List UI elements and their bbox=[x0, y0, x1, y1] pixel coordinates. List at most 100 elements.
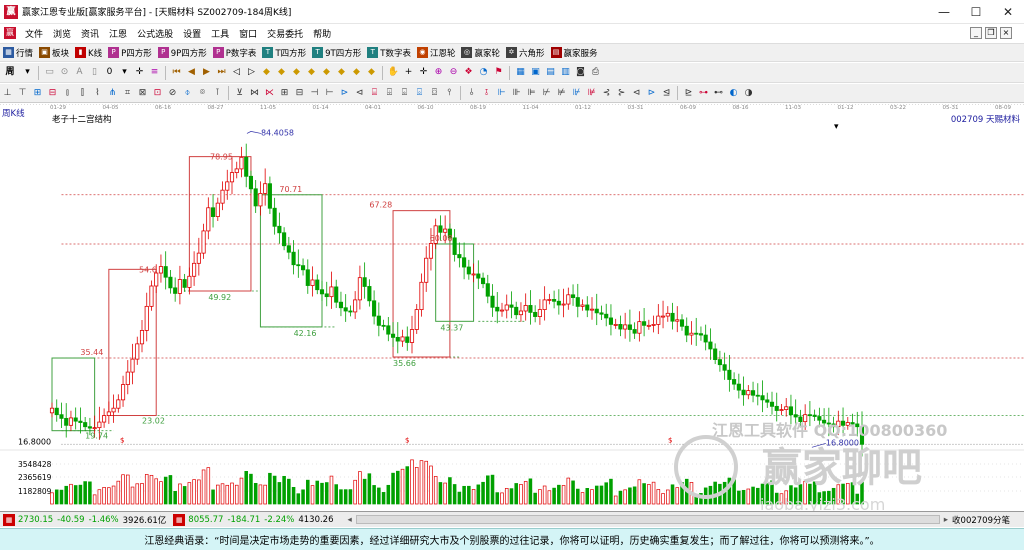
draw-tool-20-icon[interactable]: ⊣ bbox=[308, 87, 321, 100]
pie-icon[interactable]: ◔ bbox=[477, 66, 490, 79]
draw-tool-45-icon[interactable]: ⊶ bbox=[697, 87, 710, 100]
toolbar-item-1[interactable]: ▣ 板块 bbox=[39, 47, 69, 59]
cross-cursor-icon[interactable]: ✛ bbox=[133, 66, 146, 79]
draw-tool-12-icon[interactable]: ⌽ bbox=[181, 87, 194, 100]
diamond-6-icon[interactable]: ◆ bbox=[335, 66, 348, 79]
zoom-out-icon[interactable]: ⊖ bbox=[447, 66, 460, 79]
diamond-1-icon[interactable]: ◆ bbox=[260, 66, 273, 79]
scroll-right-icon[interactable]: ▸ bbox=[944, 515, 948, 525]
right-step-icon[interactable]: ▶ bbox=[200, 66, 213, 79]
draw-tool-6-icon[interactable]: ⌇ bbox=[91, 87, 104, 100]
draw-tool-2-icon[interactable]: ⊞ bbox=[31, 87, 44, 100]
draw-tool-24-icon[interactable]: ⌸ bbox=[368, 87, 381, 100]
draw-tool-26-icon[interactable]: ⌺ bbox=[398, 87, 411, 100]
print-icon[interactable]: ⎙ bbox=[589, 66, 602, 79]
dot-icon[interactable]: ⊙ bbox=[58, 66, 71, 79]
menu-file[interactable]: 文件 bbox=[20, 27, 48, 40]
toolbar-item-5[interactable]: P P数字表 bbox=[212, 47, 256, 59]
toolbar-item-4[interactable]: P 9P四方形 bbox=[157, 47, 207, 59]
draw-tool-38-icon[interactable]: ⊯ bbox=[585, 87, 598, 100]
draw-tool-14-icon[interactable]: ⊺ bbox=[211, 87, 224, 100]
toolbar-item-8[interactable]: T T数字表 bbox=[367, 47, 411, 59]
toolbar-item-9[interactable]: ◉ 江恩轮 bbox=[416, 47, 455, 59]
draw-tool-36-icon[interactable]: ⊭ bbox=[555, 87, 568, 100]
draw-tool-17-icon[interactable]: ⋉ bbox=[263, 87, 276, 100]
bar-icon[interactable]: ▯ bbox=[88, 66, 101, 79]
cross-icon[interactable]: ✛ bbox=[417, 66, 430, 79]
draw-tool-15-icon[interactable]: ⊻ bbox=[233, 87, 246, 100]
draw-tool-41-icon[interactable]: ⊲ bbox=[630, 87, 643, 100]
flag-icon[interactable]: ⚑ bbox=[492, 66, 505, 79]
draw-tool-31-icon[interactable]: ⫱ bbox=[480, 87, 493, 100]
gift-icon[interactable]: ❖ bbox=[462, 66, 475, 79]
candlestick-chart[interactable]: 周K线 老子十二宫结构 002709 天赐材料 ▾ 84.4058 78.95 70.71 6… bbox=[0, 104, 1024, 512]
left-icon[interactable]: ◁ bbox=[230, 66, 243, 79]
toolbar-item-7[interactable]: T 9T四方形 bbox=[312, 47, 361, 59]
menu-tools[interactable]: 工具 bbox=[206, 27, 234, 40]
draw-tool-19-icon[interactable]: ⊟ bbox=[293, 87, 306, 100]
draw-tool-18-icon[interactable]: ⊞ bbox=[278, 87, 291, 100]
menu-window[interactable]: 窗口 bbox=[234, 27, 262, 40]
keyboard-icon[interactable]: ▥ bbox=[559, 66, 572, 79]
draw-tool-29-icon[interactable]: ⫯ bbox=[443, 87, 456, 100]
toolbar-item-12[interactable]: ▤ 赢家服务 bbox=[550, 47, 598, 59]
diamond-2-icon[interactable]: ◆ bbox=[275, 66, 288, 79]
mdi-close-button[interactable]: × bbox=[1000, 27, 1012, 39]
doc-logo-icon[interactable]: 赢 bbox=[4, 27, 16, 39]
close-button[interactable]: ✕ bbox=[992, 0, 1024, 24]
draw-tool-8-icon[interactable]: ⌗ bbox=[121, 87, 134, 100]
diamond-5-icon[interactable]: ◆ bbox=[320, 66, 333, 79]
chevron-down-icon[interactable]: ▾ bbox=[21, 66, 34, 79]
draw-tool-7-icon[interactable]: ⋔ bbox=[106, 87, 119, 100]
first-icon[interactable]: ⏮ bbox=[170, 66, 183, 79]
draw-tool-13-icon[interactable]: ⌾ bbox=[196, 87, 209, 100]
draw-tool-34-icon[interactable]: ⊫ bbox=[525, 87, 538, 100]
scroll-left-icon[interactable]: ◂ bbox=[348, 515, 352, 525]
menu-settings[interactable]: 设置 bbox=[178, 27, 206, 40]
tick-detail-label[interactable]: 收002709分笔 bbox=[952, 514, 1010, 526]
grid-icon[interactable]: ▤ bbox=[544, 66, 557, 79]
diamond-3-icon[interactable]: ◆ bbox=[290, 66, 303, 79]
cursor-icon[interactable]: ▭ bbox=[43, 66, 56, 79]
right-icon[interactable]: ▷ bbox=[245, 66, 258, 79]
minimize-button[interactable]: — bbox=[928, 0, 960, 24]
draw-tool-21-icon[interactable]: ⊢ bbox=[323, 87, 336, 100]
draw-tool-11-icon[interactable]: ⊘ bbox=[166, 87, 179, 100]
mdi-restore-button[interactable]: ❐ bbox=[985, 27, 997, 39]
draw-tool-1-icon[interactable]: ⊤ bbox=[16, 87, 29, 100]
draw-tool-35-icon[interactable]: ⊬ bbox=[540, 87, 553, 100]
draw-tool-33-icon[interactable]: ⊪ bbox=[510, 87, 523, 100]
left-step-icon[interactable]: ◀ bbox=[185, 66, 198, 79]
draw-tool-32-icon[interactable]: ⊩ bbox=[495, 87, 508, 100]
menu-gann[interactable]: 江恩 bbox=[104, 27, 132, 40]
menu-help[interactable]: 帮助 bbox=[308, 27, 336, 40]
draw-tool-23-icon[interactable]: ⊲ bbox=[353, 87, 366, 100]
draw-tool-28-icon[interactable]: ⌼ bbox=[428, 87, 441, 100]
toolbar-item-10[interactable]: ◎ 赢家轮 bbox=[461, 47, 500, 59]
diamond-4-icon[interactable]: ◆ bbox=[305, 66, 318, 79]
fibonacci-icon[interactable]: ≡ bbox=[148, 66, 161, 79]
draw-tool-39-icon[interactable]: ⊰ bbox=[600, 87, 613, 100]
monitor-icon[interactable]: ▣ bbox=[529, 66, 542, 79]
camera-icon[interactable]: ◙ bbox=[574, 66, 587, 79]
draw-tool-22-icon[interactable]: ⊳ bbox=[338, 87, 351, 100]
diamond-7-icon[interactable]: ◆ bbox=[350, 66, 363, 79]
chart-svg[interactable]: 周K线老子十二宫结构 002709 天赐材料 ▾ 84.4058 78.95 70.71 6… bbox=[0, 104, 1024, 512]
toolbar-item-6[interactable]: T T四方形 bbox=[262, 47, 306, 59]
draw-tool-9-icon[interactable]: ⊠ bbox=[136, 87, 149, 100]
draw-tool-47-icon[interactable]: ◐ bbox=[727, 87, 740, 100]
toolbar-item-0[interactable]: ▦ 行情 bbox=[3, 47, 33, 59]
plus-icon[interactable]: + bbox=[402, 66, 415, 79]
menu-info[interactable]: 资讯 bbox=[76, 27, 104, 40]
sh-index-icon[interactable]: ▦ bbox=[3, 513, 15, 526]
zero-icon[interactable]: 0 bbox=[103, 66, 116, 79]
draw-tool-4-icon[interactable]: ⫾ bbox=[61, 87, 74, 100]
draw-tool-46-icon[interactable]: ⊷ bbox=[712, 87, 725, 100]
menu-trade[interactable]: 交易委托 bbox=[262, 27, 308, 40]
draw-tool-27-icon[interactable]: ⌻ bbox=[413, 87, 426, 100]
draw-tool-30-icon[interactable]: ⫰ bbox=[465, 87, 478, 100]
draw-tool-16-icon[interactable]: ⋈ bbox=[248, 87, 261, 100]
dropdown-icon[interactable]: ▾ bbox=[118, 66, 131, 79]
horizontal-scrollbar[interactable] bbox=[355, 515, 940, 524]
toolbar-item-3[interactable]: P P四方形 bbox=[108, 47, 152, 59]
